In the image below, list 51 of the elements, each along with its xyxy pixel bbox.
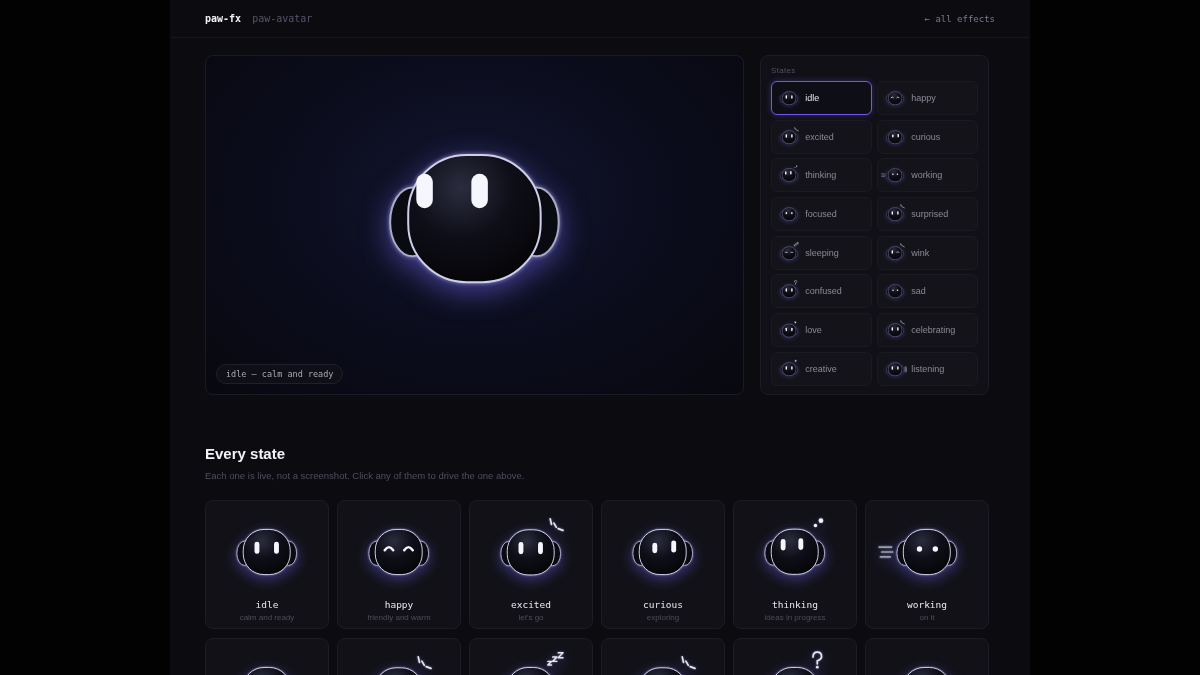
robot-avatar-icon	[886, 90, 905, 106]
state-name: curious	[642, 599, 683, 612]
state-option[interactable]: sad	[877, 274, 978, 309]
robot-avatar-icon	[780, 241, 799, 260]
state-option[interactable]: listening	[877, 351, 978, 386]
state-option[interactable]: focused	[771, 197, 872, 232]
robot-avatar-icon	[886, 361, 908, 376]
robot-avatar-icon	[499, 516, 566, 577]
back-link[interactable]: ← all effects	[924, 13, 995, 24]
robot-avatar-icon	[780, 126, 799, 144]
state-option[interactable]: love	[771, 313, 872, 348]
state-name: working	[906, 599, 947, 612]
state-option[interactable]: idle	[771, 81, 872, 115]
state-option[interactable]: happy	[877, 81, 978, 115]
robot-avatar-icon	[763, 517, 827, 577]
state-option[interactable]: confused	[771, 274, 872, 309]
robot-avatar-icon	[881, 168, 905, 183]
section-subtitle: Each one is live, not a screenshot. Click any of them to drive the one above.	[205, 470, 526, 482]
robot-avatar-icon	[886, 129, 905, 144]
logo[interactable]: paw-fx	[205, 13, 242, 24]
state-option[interactable]: wink	[877, 235, 978, 270]
state-name: thinking	[772, 599, 818, 612]
state-option[interactable]: curious	[877, 119, 978, 154]
robot-avatar-icon	[367, 527, 431, 577]
robot-avatar-icon	[780, 358, 799, 376]
state-option[interactable]: thinking	[771, 158, 872, 193]
panel-title: States	[771, 65, 797, 77]
robot-avatar-icon	[886, 284, 905, 299]
robot-avatar-icon	[780, 280, 799, 299]
state-option[interactable]: excited	[771, 119, 872, 154]
robot-avatar-icon	[780, 165, 799, 183]
robot-avatar-icon	[235, 527, 299, 577]
robot-avatar-icon	[886, 204, 905, 222]
state-caption: idle — calm and ready	[216, 364, 344, 384]
state-option[interactable]: surprised	[877, 197, 978, 232]
robot-avatar-icon	[780, 90, 799, 106]
state-option[interactable]: working	[877, 158, 978, 193]
robot-avatar-icon	[631, 527, 695, 577]
section-title: Every state	[205, 445, 287, 463]
state-name: excited	[510, 599, 551, 612]
robot-avatar-icon	[780, 206, 799, 222]
page-name: paw-avatar	[252, 13, 313, 24]
state-name: happy	[384, 599, 414, 612]
state-option[interactable]: celebrating	[877, 313, 978, 348]
state-name: idle	[255, 599, 279, 612]
robot-avatar-icon	[886, 320, 905, 338]
state-option[interactable]: creative	[771, 351, 872, 386]
robot-avatar-icon	[780, 320, 799, 338]
robot-avatar-icon	[878, 527, 959, 577]
state-option[interactable]: sleeping	[771, 235, 872, 270]
robot-avatar-icon	[886, 242, 905, 260]
